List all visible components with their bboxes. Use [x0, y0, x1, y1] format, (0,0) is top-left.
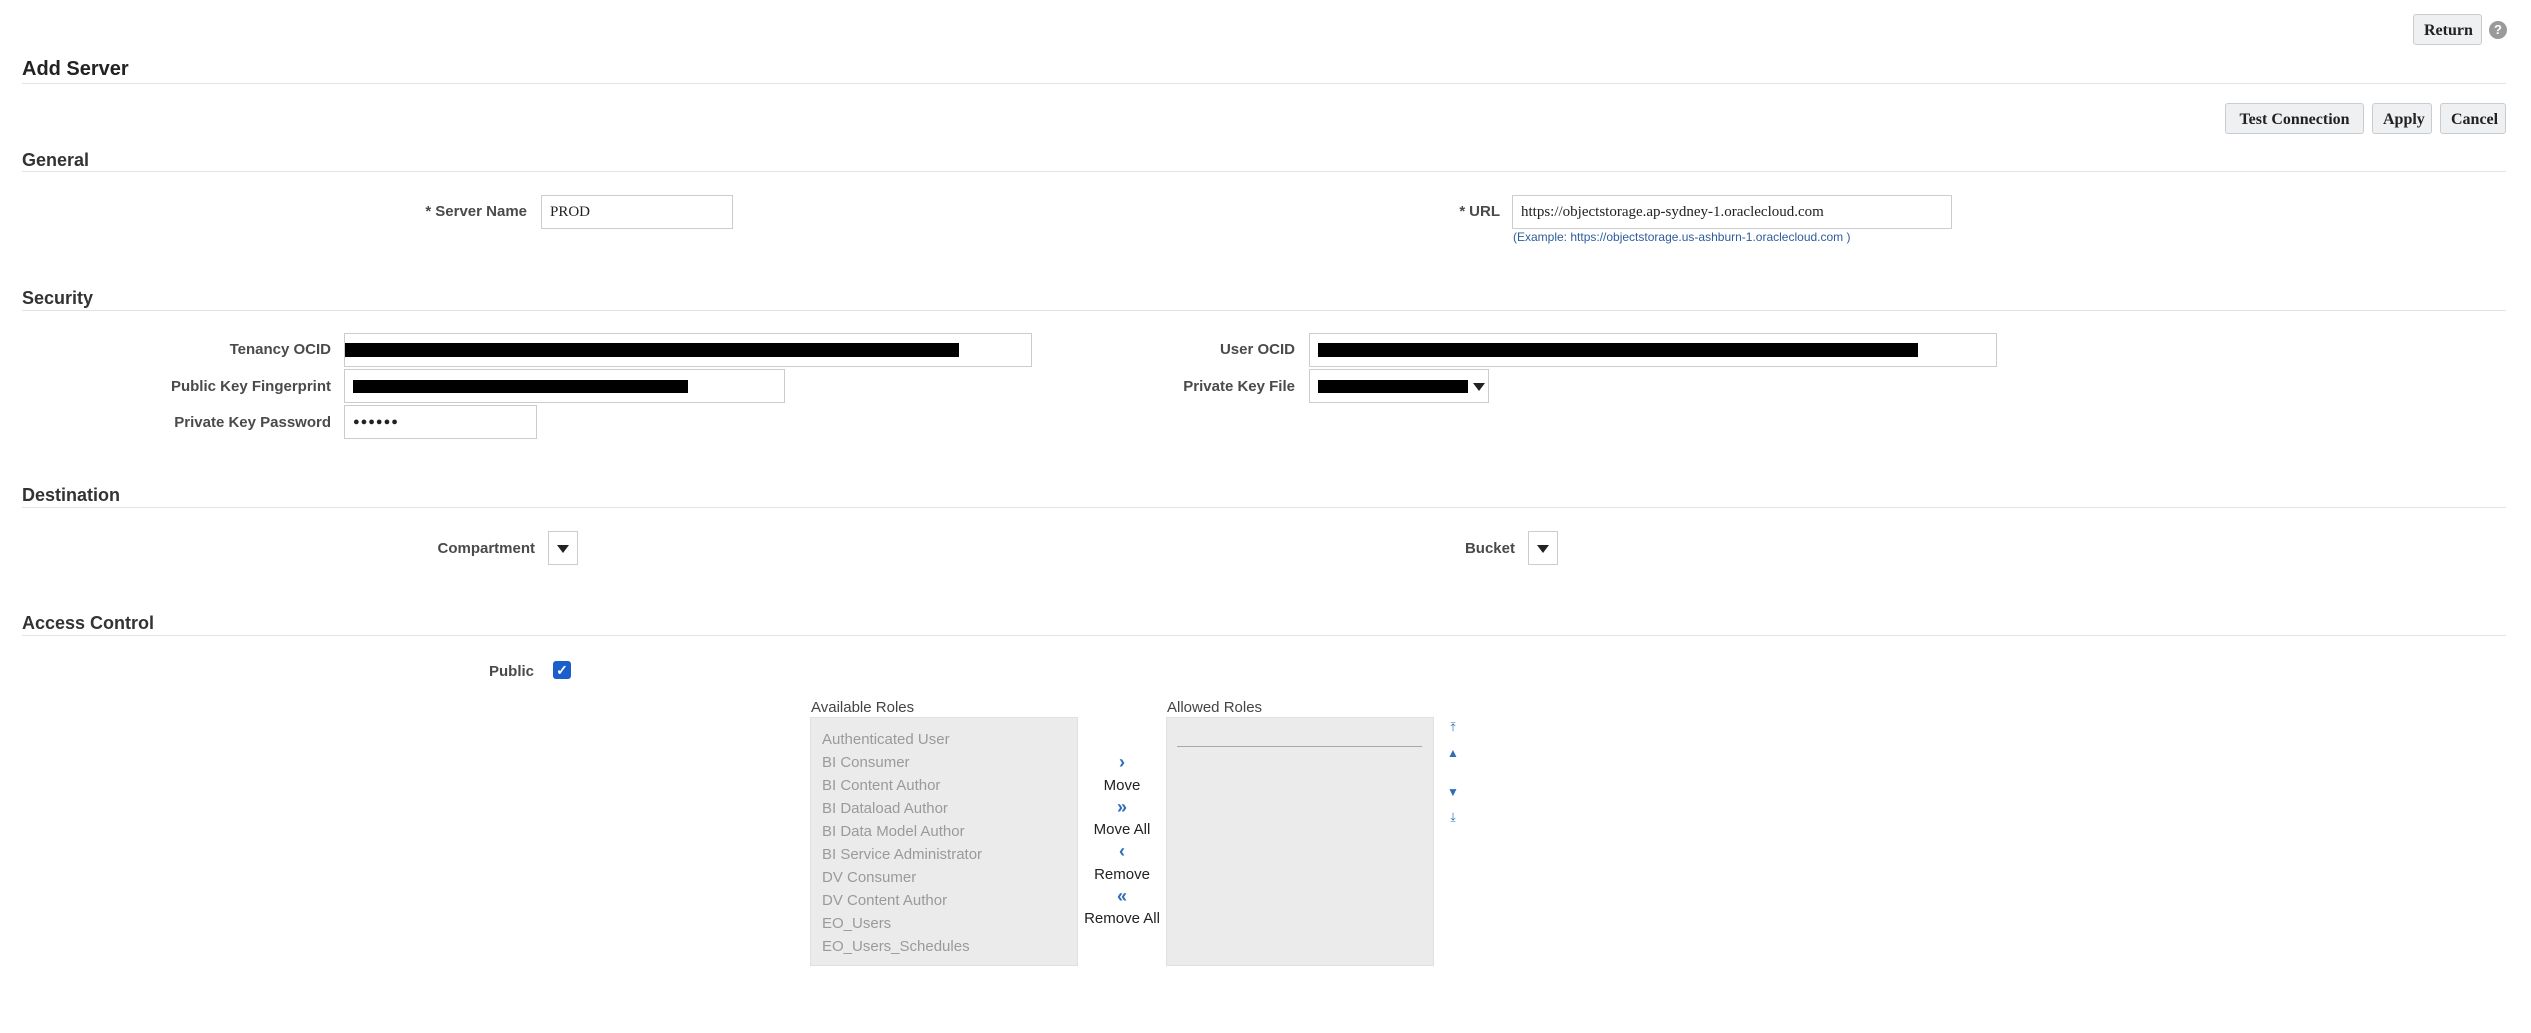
- apply-button[interactable]: Apply: [2372, 103, 2432, 134]
- tenancy-ocid-input[interactable]: [344, 333, 1032, 367]
- remove-all-icon[interactable]: «: [1112, 886, 1132, 907]
- allowed-roles-label: Allowed Roles: [1167, 699, 1263, 716]
- allowed-roles-divider: [1177, 746, 1422, 747]
- compartment-select[interactable]: [548, 531, 578, 565]
- redacted-value: [353, 380, 688, 393]
- url-example-hint: (Example: https://objectstorage.us-ashbu…: [1513, 230, 1851, 244]
- role-item[interactable]: EO_Users_Schedules: [811, 935, 1077, 958]
- move-icon[interactable]: ›: [1112, 752, 1132, 773]
- section-title-general: General: [22, 150, 90, 170]
- role-item[interactable]: EO_Users: [811, 912, 1077, 935]
- private-key-file-label: Private Key File: [1183, 378, 1295, 395]
- role-item[interactable]: BI Consumer: [811, 751, 1077, 774]
- return-button[interactable]: Return: [2413, 14, 2482, 45]
- move-button[interactable]: Move: [1072, 777, 1172, 794]
- role-item[interactable]: BI Data Model Author: [811, 820, 1077, 843]
- section-title-destination: Destination: [22, 485, 121, 505]
- redacted-value: [1318, 380, 1468, 393]
- section-divider-access-control: [22, 635, 2506, 636]
- section-divider-security: [22, 310, 2506, 311]
- fingerprint-label: Public Key Fingerprint: [170, 378, 331, 395]
- public-label: Public: [488, 663, 534, 680]
- available-roles-list[interactable]: Authenticated User BI Consumer BI Content …: [810, 717, 1078, 966]
- redacted-value: [1318, 343, 1918, 357]
- fingerprint-input[interactable]: [344, 369, 785, 403]
- remove-icon[interactable]: ‹: [1112, 841, 1132, 862]
- move-all-button[interactable]: Move All: [1072, 821, 1172, 838]
- public-checkbox[interactable]: ✓: [553, 661, 571, 679]
- role-item[interactable]: BI Content Author: [811, 774, 1077, 797]
- move-to-bottom-icon[interactable]: ⤓: [1443, 810, 1463, 825]
- role-item[interactable]: BI Dataload Author: [811, 797, 1077, 820]
- section-title-security: Security: [22, 288, 94, 308]
- private-key-password-label: Private Key Password: [174, 414, 331, 431]
- move-all-icon[interactable]: »: [1112, 797, 1132, 818]
- chevron-down-icon: [1537, 545, 1549, 553]
- section-divider-general: [22, 171, 2506, 172]
- available-roles-items: Authenticated User BI Consumer BI Content …: [811, 728, 1077, 958]
- chevron-down-icon: [1473, 383, 1485, 391]
- role-item[interactable]: DV Consumer: [811, 866, 1077, 889]
- private-key-password-input[interactable]: ●●●●●●: [344, 405, 537, 439]
- move-to-top-icon[interactable]: ⤒: [1443, 720, 1463, 735]
- url-input[interactable]: https://objectstorage.ap-sydney-1.oracle…: [1512, 195, 1952, 229]
- bucket-select[interactable]: [1528, 531, 1558, 565]
- user-ocid-input[interactable]: [1309, 333, 1997, 367]
- user-ocid-label: User OCID: [1219, 341, 1295, 358]
- url-label: * URL: [1459, 203, 1500, 220]
- help-icon[interactable]: ?: [2489, 21, 2507, 39]
- move-down-icon[interactable]: ▼: [1443, 785, 1463, 799]
- server-name-input[interactable]: PROD: [541, 195, 733, 229]
- private-key-file-select[interactable]: [1309, 369, 1489, 403]
- remove-all-button[interactable]: Remove All: [1072, 910, 1172, 927]
- role-item[interactable]: DV Content Author: [811, 889, 1077, 912]
- server-name-label: * Server Name: [425, 203, 527, 220]
- bucket-label: Bucket: [1464, 540, 1515, 557]
- move-up-icon[interactable]: ▲: [1443, 746, 1463, 760]
- page-title: Add Server: [22, 58, 129, 80]
- title-divider: [22, 83, 2506, 84]
- section-divider-destination: [22, 507, 2506, 508]
- tenancy-ocid-label: Tenancy OCID: [229, 341, 331, 358]
- test-connection-button[interactable]: Test Connection: [2225, 103, 2364, 134]
- redacted-value: [345, 343, 959, 357]
- allowed-roles-list[interactable]: [1166, 717, 1434, 966]
- role-item[interactable]: BI Service Administrator: [811, 843, 1077, 866]
- section-title-access-control: Access Control: [22, 613, 155, 633]
- role-item[interactable]: Authenticated User: [811, 728, 1077, 751]
- remove-button[interactable]: Remove: [1072, 866, 1172, 883]
- chevron-down-icon: [557, 545, 569, 553]
- cancel-button[interactable]: Cancel: [2440, 103, 2506, 134]
- compartment-label: Compartment: [437, 540, 535, 557]
- available-roles-label: Available Roles: [811, 699, 915, 716]
